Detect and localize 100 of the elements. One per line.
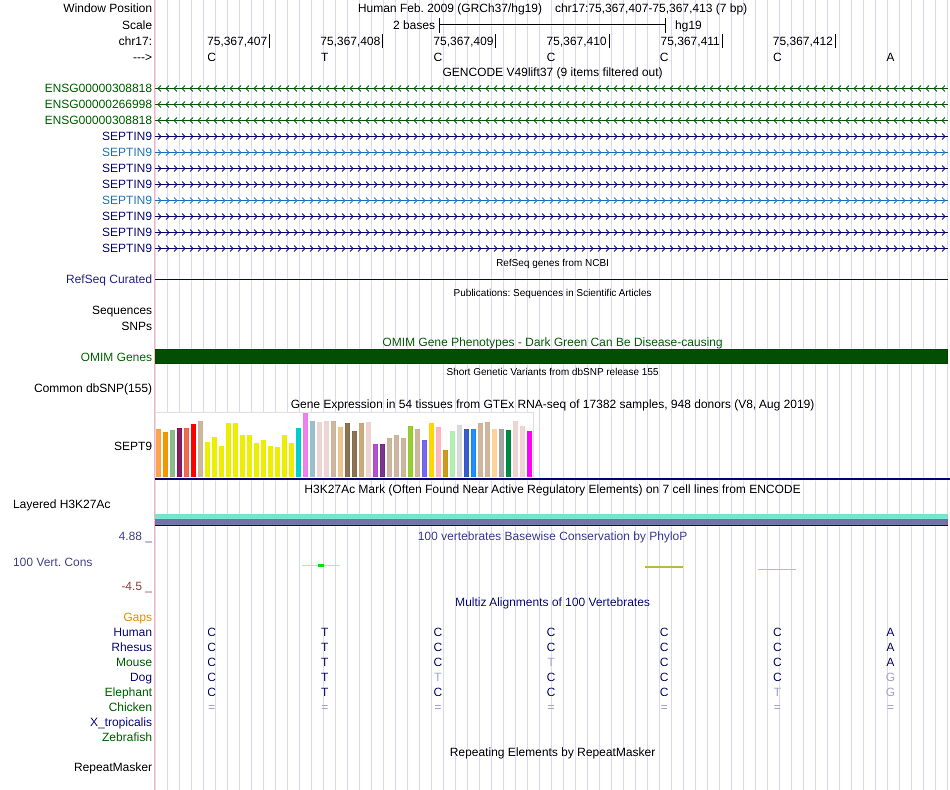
aligned-base: C [660, 656, 668, 668]
track-title: Short Genetic Variants from dbSNP release 155 [446, 368, 658, 378]
expression-bar [261, 440, 266, 477]
expression-bar [177, 428, 182, 477]
base-letter: C [772, 50, 782, 62]
track-label: ---> [133, 50, 152, 62]
track-label: Human [113, 626, 152, 638]
aligned-base: C [207, 670, 216, 682]
position-label: 75,367,409 [433, 34, 496, 48]
track-title: Publications: Sequences in Scientific Articles [454, 289, 652, 299]
track-label: SEPTIN9 [102, 146, 152, 158]
track-label: RefSeq Curated [66, 273, 152, 285]
track-label: Chicken [108, 700, 152, 712]
aligned-base: A [886, 640, 894, 652]
expression-bar [450, 431, 455, 477]
track-label: Window Position [63, 2, 152, 14]
track-label: SEPTIN9 [102, 226, 152, 238]
expression-bar [254, 443, 259, 477]
expression-bar [275, 447, 280, 477]
expression-bar [331, 421, 336, 477]
track-label: SEPTIN9 [102, 242, 152, 254]
aligned-base: C [772, 670, 782, 682]
base-letter: C [207, 50, 216, 62]
track-label: -4.5 _ [121, 580, 152, 592]
track-label: SEPTIN9 [102, 130, 152, 142]
expression-bar [156, 429, 161, 477]
expression-bar [219, 446, 224, 477]
track-label: Sequences [92, 304, 152, 316]
base-letter: C [660, 50, 668, 62]
track-label: SEPTIN9 [102, 178, 152, 190]
base-letter: C [546, 50, 556, 62]
expression-bar [317, 422, 322, 477]
aligned-base: C [207, 686, 216, 698]
expression-bar [527, 431, 532, 477]
expression-bar [492, 429, 497, 477]
aligned-base: G [886, 686, 896, 698]
expression-bar [282, 435, 287, 477]
conservation-score-mark [645, 566, 684, 568]
expression-bar [478, 423, 483, 477]
aligned-base: C [772, 626, 782, 638]
track-label: X_tropicalis [90, 716, 152, 728]
expression-bar [408, 426, 413, 477]
track-title: OMIM Gene Phenotypes - Dark Green Can Be Disease-causing [382, 336, 723, 348]
aligned-base: T [547, 656, 555, 668]
expression-bar [387, 438, 392, 477]
aligned-base: C [207, 626, 216, 638]
expression-bar [310, 421, 315, 477]
expression-bar [226, 423, 231, 477]
expression-bar [191, 424, 196, 477]
aligned-base: = [774, 700, 781, 712]
aligned-base: C [660, 686, 668, 698]
aligned-base: = [660, 700, 668, 712]
track-label: Elephant [104, 686, 152, 698]
aligned-base: T [321, 686, 328, 698]
track-label: Gaps [123, 610, 152, 622]
expression-bar [464, 429, 469, 477]
expression-bar [401, 438, 406, 477]
position-title: chr17:75,367,407-75,367,413 (7 bp) [554, 2, 748, 14]
aligned-base: C [772, 656, 782, 668]
expression-bar [380, 444, 385, 477]
track-label: SNPs [121, 320, 152, 332]
track-label: SEPTIN9 [102, 210, 152, 222]
aligned-base: T [321, 626, 328, 638]
position-label: 75,367,407 [207, 34, 270, 48]
expression-bar [303, 413, 308, 477]
track-label: SEPTIN9 [102, 162, 152, 174]
expression-bar [485, 422, 490, 477]
aligned-base: A [886, 656, 894, 668]
position-label: 75,367,410 [546, 34, 610, 48]
track-label: 4.88 _ [118, 530, 152, 542]
aligned-base: C [772, 640, 782, 652]
expression-bar [198, 421, 203, 477]
track-title: Repeating Elements by RepeatMasker [450, 746, 656, 758]
expression-bar [170, 430, 175, 477]
aligned-base: C [660, 640, 668, 652]
expression-bar [212, 437, 217, 477]
expression-bar [296, 428, 301, 477]
aligned-base: C [434, 656, 442, 668]
expression-bar [352, 431, 357, 477]
base-letter: T [321, 50, 328, 62]
expression-bar [373, 444, 378, 477]
expression-bar [247, 435, 252, 477]
aligned-base: C [207, 640, 216, 652]
aligned-base: A [886, 626, 894, 638]
aligned-base: G [886, 670, 896, 682]
expression-bar [184, 428, 189, 477]
aligned-base: = [886, 700, 894, 712]
aligned-base: C [434, 640, 442, 652]
expression-bar [338, 427, 343, 477]
track-label: ENSG00000308818 [44, 114, 152, 126]
track-label: RepeatMasker [74, 761, 152, 773]
expression-bar [422, 440, 427, 477]
aligned-base: T [321, 640, 328, 652]
aligned-base: T [774, 686, 781, 698]
track-title: Multiz Alignments of 100 Vertebrates [455, 596, 650, 608]
track-label: OMIM Genes [80, 350, 152, 362]
track-title: RefSeq genes from NCBI [496, 259, 609, 269]
track-label: ENSG00000308818 [44, 82, 152, 94]
aligned-base: T [434, 670, 442, 682]
track-title: Gene Expression in 54 tissues from GTEx RNA-seq of 17382 samples, 948 donors (V8, Aug 2019) [290, 398, 814, 410]
